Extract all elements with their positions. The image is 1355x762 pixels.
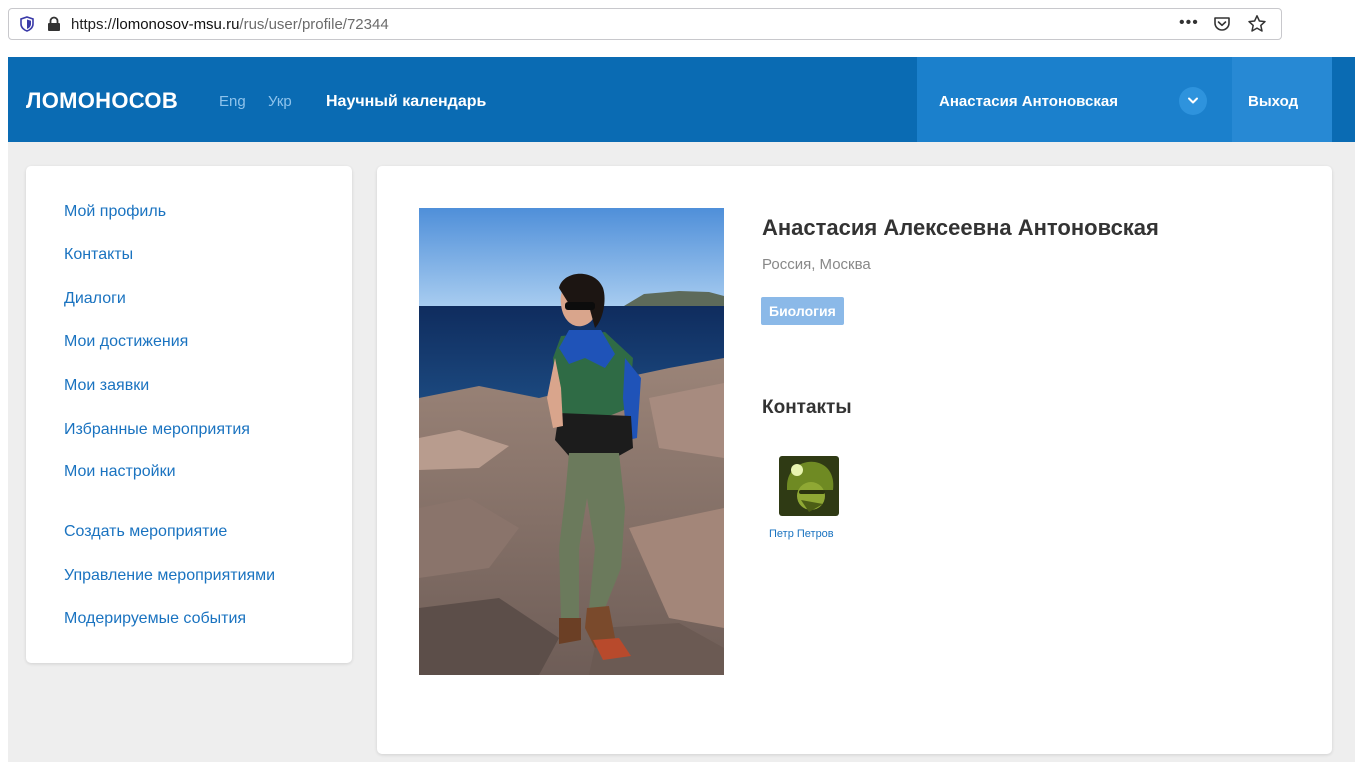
lang-eng-link[interactable]: Eng <box>219 93 246 110</box>
user-menu[interactable]: Анастасия Антоновская <box>917 57 1232 142</box>
chevron-down-icon <box>1188 97 1198 104</box>
sidebar-nav: Мой профиль Контакты Диалоги Мои достиже… <box>26 166 352 663</box>
sidebar-item-create-event[interactable]: Создать мероприятие <box>64 523 227 541</box>
profile-tag-biology[interactable]: Биология <box>761 297 844 325</box>
tracking-shield-icon[interactable] <box>19 16 35 32</box>
science-calendar-link[interactable]: Научный календарь <box>326 93 486 111</box>
sidebar-item-achievements[interactable]: Мои достижения <box>64 333 188 351</box>
lock-icon[interactable] <box>47 16 61 32</box>
profile-full-name: Анастасия Алексеевна Антоновская <box>762 215 1159 240</box>
sidebar-item-contacts[interactable]: Контакты <box>64 246 133 264</box>
url-path: /rus/user/profile/72344 <box>239 16 389 33</box>
sidebar-item-my-profile[interactable]: Мой профиль <box>64 203 166 221</box>
sidebar-item-applications[interactable]: Мои заявки <box>64 377 149 395</box>
contact-avatar[interactable] <box>779 456 839 516</box>
sidebar-item-settings[interactable]: Мои настройки <box>64 463 176 481</box>
logout-button[interactable]: Выход <box>1232 57 1332 142</box>
user-name[interactable]: Анастасия Антоновская <box>939 93 1118 110</box>
sidebar-item-manage-events[interactable]: Управление мероприятиями <box>64 567 275 585</box>
lang-ukr-link[interactable]: Укр <box>268 93 292 110</box>
page-actions-button[interactable]: ••• <box>1179 14 1199 32</box>
profile-card: Анастасия Алексеевна Антоновская Россия,… <box>377 166 1332 754</box>
user-menu-toggle[interactable] <box>1179 87 1207 115</box>
contacts-heading: Контакты <box>762 397 852 418</box>
url-scheme: https:// <box>71 16 117 33</box>
site-header: ЛОМОНОСОВ Eng Укр Научный календарь Анас… <box>8 57 1355 142</box>
browser-toolbar: https://lomonosov-msu.ru/rus/user/profil… <box>0 0 1355 57</box>
header-edge <box>1332 57 1355 142</box>
profile-photo <box>419 208 724 675</box>
contact-name[interactable]: Петр Петров <box>769 528 834 540</box>
profile-location: Россия, Москва <box>762 256 871 273</box>
sidebar-item-dialogs[interactable]: Диалоги <box>64 290 126 308</box>
url-text[interactable]: https://lomonosov-msu.ru/rus/user/profil… <box>71 16 389 33</box>
bookmark-star-icon[interactable] <box>1247 14 1267 34</box>
site-logo[interactable]: ЛОМОНОСОВ <box>26 88 178 114</box>
sidebar-item-favorite-events[interactable]: Избранные мероприятия <box>64 421 250 439</box>
pocket-icon[interactable] <box>1213 15 1231 33</box>
sidebar-item-moderated-events[interactable]: Модерируемые события <box>64 610 246 628</box>
address-bar[interactable]: https://lomonosov-msu.ru/rus/user/profil… <box>8 8 1282 40</box>
logout-label: Выход <box>1248 93 1299 110</box>
url-host: lomonosov-msu.ru <box>116 16 240 33</box>
